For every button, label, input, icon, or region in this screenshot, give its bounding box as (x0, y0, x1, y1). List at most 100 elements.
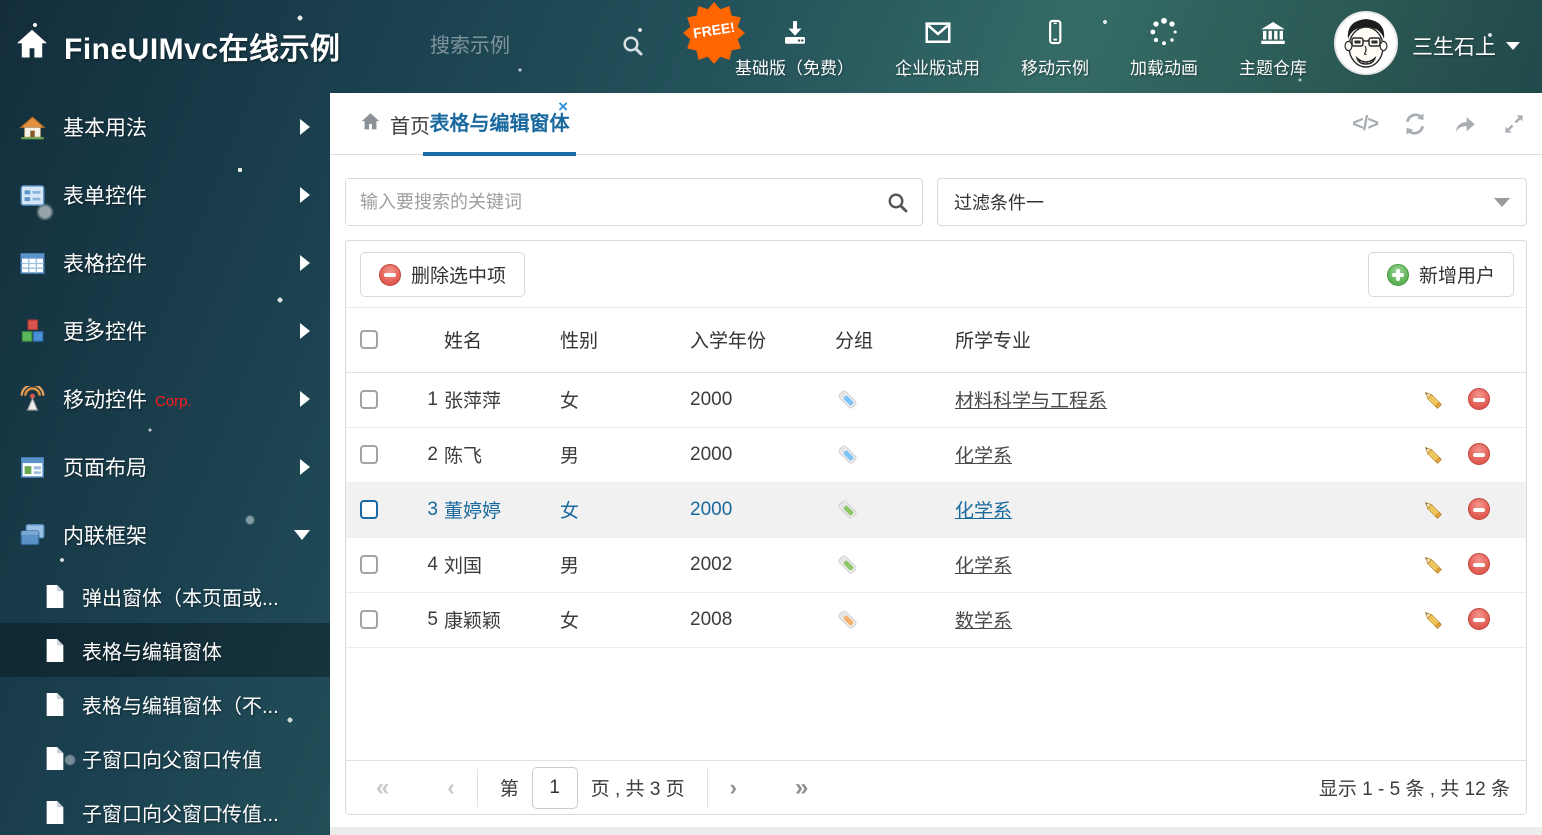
sidebar-subitem[interactable]: 表格与编辑窗体 (0, 623, 330, 677)
layout-icon (18, 453, 46, 481)
cell-name: 康颖颖 (444, 592, 560, 648)
nav-item[interactable]: 加载动画 (1130, 14, 1198, 79)
close-icon[interactable]: × (558, 98, 568, 115)
sidebar-subitem[interactable]: 子窗口向父窗口传值... (0, 785, 330, 835)
major-link[interactable]: 数学系 (955, 611, 1012, 632)
sidebar-item[interactable]: 表单控件 (0, 161, 330, 229)
cell-name: 董婷婷 (444, 482, 560, 538)
user-menu[interactable]: 三生石上 (1412, 31, 1520, 61)
nav-item[interactable]: 移动示例 (1021, 14, 1089, 79)
delete-row-icon[interactable] (1468, 608, 1490, 631)
phone-icon (1042, 14, 1068, 48)
cell-name: 刘国 (444, 537, 560, 593)
app-logo[interactable]: FineUIMvc在线示例 (14, 24, 341, 68)
row-index: 2 (386, 427, 444, 483)
nav-item-label: 基础版（免费） (735, 59, 854, 78)
row-checkbox[interactable] (360, 609, 378, 629)
table-row[interactable]: 1 张萍萍女 2000 材料科学与工程系 (346, 372, 1526, 428)
file-icon (44, 584, 66, 609)
delete-selected-button[interactable]: 删除选中项 (360, 252, 526, 297)
select-all-checkbox[interactable] (360, 330, 378, 350)
sidebar-item[interactable]: 页面布局 (0, 433, 330, 501)
table-header-row: 姓名 性别 入学年份 分组 所学专业 (346, 308, 1526, 373)
major-link[interactable]: 化学系 (955, 501, 1012, 522)
sidebar-subitem[interactable]: 子窗口向父窗口传值 (0, 731, 330, 785)
plus-circle-icon (1386, 263, 1409, 286)
keyword-search-input[interactable] (346, 179, 866, 225)
major-link[interactable]: 化学系 (955, 556, 1012, 577)
page-number-input[interactable] (531, 766, 578, 809)
last-page-button[interactable]: » (795, 775, 808, 800)
prev-page-button[interactable]: ‹ (447, 776, 454, 799)
expand-icon[interactable] (1502, 112, 1526, 136)
nav-item[interactable]: 企业版试用 (895, 14, 980, 79)
file-icon (44, 638, 66, 663)
search-icon[interactable] (621, 34, 645, 63)
row-checkbox[interactable] (360, 389, 378, 409)
tab-home[interactable]: 首页 (360, 93, 430, 155)
cell-gender: 男 (560, 427, 690, 483)
sidebar-item[interactable]: 基本用法 (0, 93, 330, 161)
row-checkbox[interactable] (360, 554, 378, 574)
share-icon[interactable] (1452, 111, 1478, 137)
cell-name: 张萍萍 (444, 372, 560, 428)
sidebar-subitem-label: 表格与编辑窗体（不... (82, 695, 279, 718)
file-icon (44, 746, 66, 771)
header-search-input[interactable] (430, 26, 598, 66)
search-icon[interactable] (886, 191, 910, 220)
cell-gender: 女 (560, 592, 690, 648)
edit-pencil-icon[interactable] (1420, 442, 1445, 467)
sidebar-subitem[interactable]: 表格与编辑窗体（不... (0, 677, 330, 731)
divider (706, 768, 708, 807)
delete-row-icon[interactable] (1468, 388, 1490, 411)
cell-gender: 女 (560, 372, 690, 428)
record-summary: 显示 1 - 5 条 , 共 12 条 (1318, 779, 1510, 800)
table-row[interactable]: 5 康颖颖女 2008 数学系 (346, 592, 1526, 648)
delete-row-icon[interactable] (1468, 443, 1490, 466)
tag-icon (835, 607, 860, 632)
edit-pencil-icon[interactable] (1420, 497, 1445, 522)
sidebar-subitem[interactable]: 弹出窗体（本页面或... (0, 569, 330, 623)
tab-active[interactable]: 表格与编辑窗体 × (423, 93, 576, 156)
edit-pencil-icon[interactable] (1420, 387, 1445, 412)
nav-item[interactable]: 基础版（免费） (735, 14, 854, 79)
minus-circle-icon (379, 263, 401, 286)
grid-panel: 删除选中项 新增用户 姓名 性别 入学年份 分组 所学专业 1 张萍萍 女 20… (345, 240, 1527, 815)
refresh-icon[interactable] (1402, 111, 1428, 137)
main-panel: 首页 表格与编辑窗体 × </> 过滤条件一 (330, 93, 1542, 835)
filter-row: 过滤条件一 (345, 178, 1527, 226)
first-page-button[interactable]: « (376, 775, 389, 800)
pagination-bar: « ‹ 第 页 , 共 3 页 › » 显示 1 - 5 条 , 共 12 条 (346, 760, 1526, 814)
sidebar-item[interactable]: 更多控件 (0, 297, 330, 365)
column-gender: 性别 (560, 308, 690, 373)
delete-row-icon[interactable] (1468, 498, 1490, 521)
nav-item[interactable]: 主题仓库 (1239, 14, 1307, 79)
antenna-icon (18, 385, 46, 413)
delete-selected-label: 删除选中项 (411, 266, 507, 287)
sidebar-item[interactable]: 移动控件 Corp. (0, 365, 330, 433)
delete-row-icon[interactable] (1468, 553, 1490, 576)
table-row[interactable]: 4 刘国男 2002 化学系 (346, 537, 1526, 593)
row-checkbox[interactable] (360, 444, 378, 464)
row-index: 1 (386, 372, 444, 428)
add-user-button[interactable]: 新增用户 (1367, 252, 1514, 297)
table-row[interactable]: 3 董婷婷女 2000 化学系 (346, 482, 1526, 538)
chevron-right-icon (300, 119, 310, 135)
row-checkbox[interactable] (360, 499, 378, 519)
sidebar-item[interactable]: 表格控件 (0, 229, 330, 297)
sidebar-item[interactable]: 内联框架 (0, 501, 330, 569)
spinner-icon (1148, 14, 1180, 48)
header-nav: 基础版（免费） 企业版试用 移动示例 加载动画 主题仓库 (735, 14, 1307, 79)
horizontal-scrollbar[interactable] (330, 827, 1542, 835)
page-suffix: 页 , 共 3 页 (590, 779, 685, 800)
major-link[interactable]: 化学系 (955, 446, 1012, 467)
next-page-button[interactable]: › (730, 776, 737, 799)
edit-pencil-icon[interactable] (1420, 607, 1445, 632)
code-icon[interactable]: </> (1352, 113, 1379, 136)
add-user-label: 新增用户 (1418, 266, 1495, 287)
major-link[interactable]: 材料科学与工程系 (955, 391, 1107, 412)
filter-dropdown[interactable]: 过滤条件一 (937, 178, 1527, 226)
avatar[interactable] (1334, 11, 1398, 75)
table-row[interactable]: 2 陈飞男 2000 化学系 (346, 427, 1526, 483)
edit-pencil-icon[interactable] (1420, 552, 1445, 577)
